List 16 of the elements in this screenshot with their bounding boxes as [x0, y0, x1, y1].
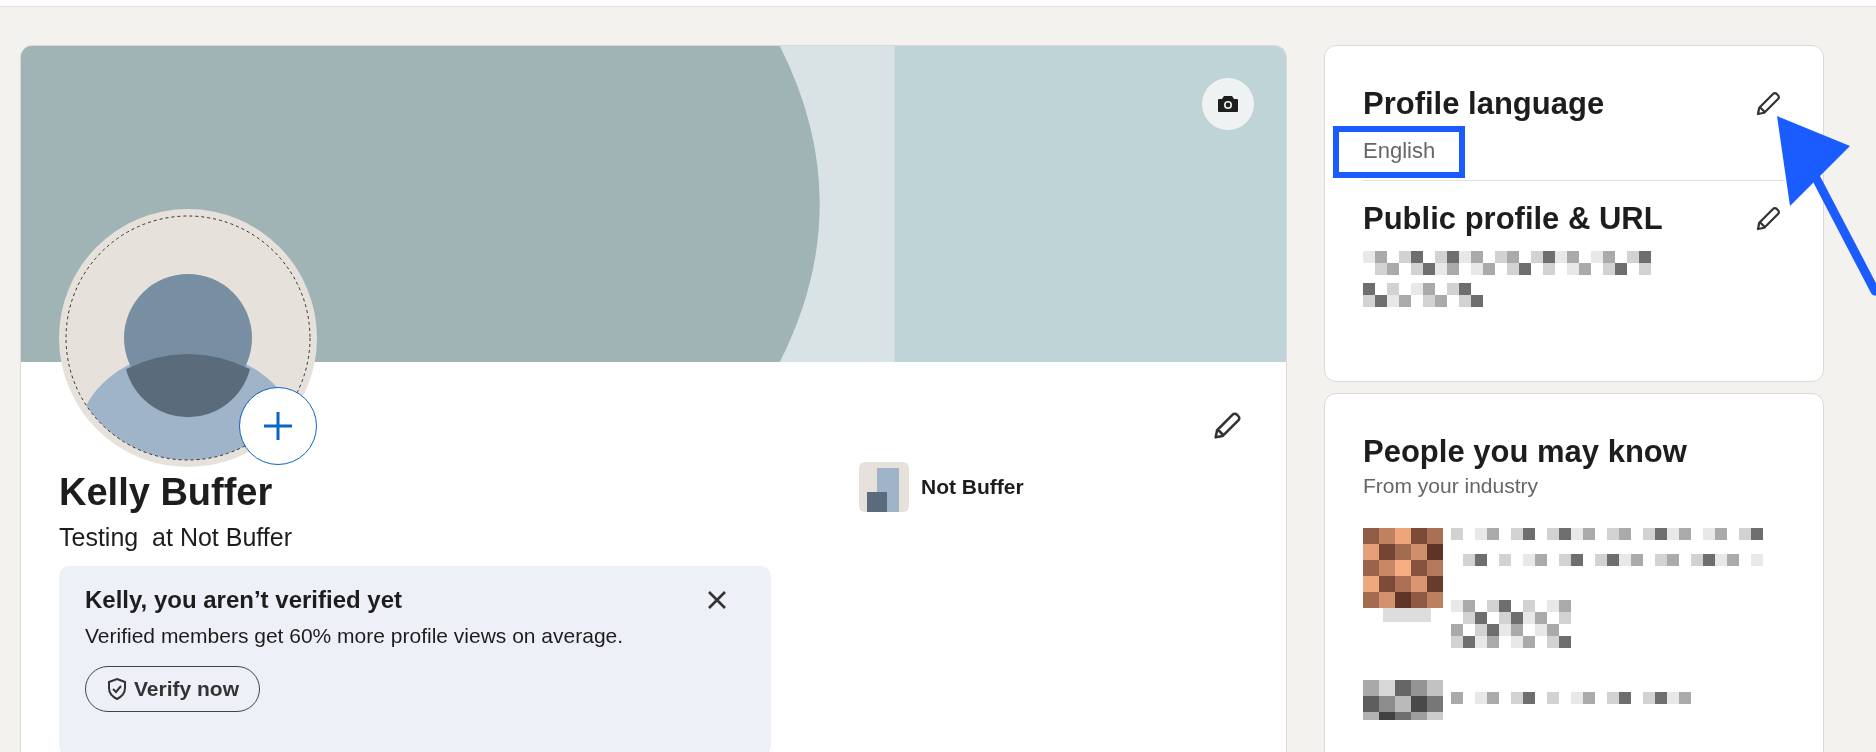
profile-name: Kelly Buffer [59, 470, 274, 514]
people-title: People you may know [1363, 434, 1688, 470]
shield-check-icon [106, 677, 128, 701]
plus-icon [262, 410, 294, 442]
avatar-placeholder[interactable] [59, 209, 317, 467]
verification-text: Verified members get 60% more profile views on average. [85, 624, 624, 648]
company-name[interactable]: Not Buffer [921, 475, 1024, 499]
verification-title: Kelly, you aren’t verified yet [85, 586, 402, 614]
profile-headline: Testing at Not Buffer [59, 522, 293, 552]
camera-icon [1217, 95, 1239, 113]
people-subtitle: From your industry [1363, 474, 1540, 498]
close-icon [707, 590, 727, 610]
setting-title: Profile language [1363, 86, 1605, 122]
setting-value: English [1363, 138, 1436, 163]
setting-title: Public profile & URL [1363, 201, 1663, 237]
company-logo [859, 462, 909, 512]
